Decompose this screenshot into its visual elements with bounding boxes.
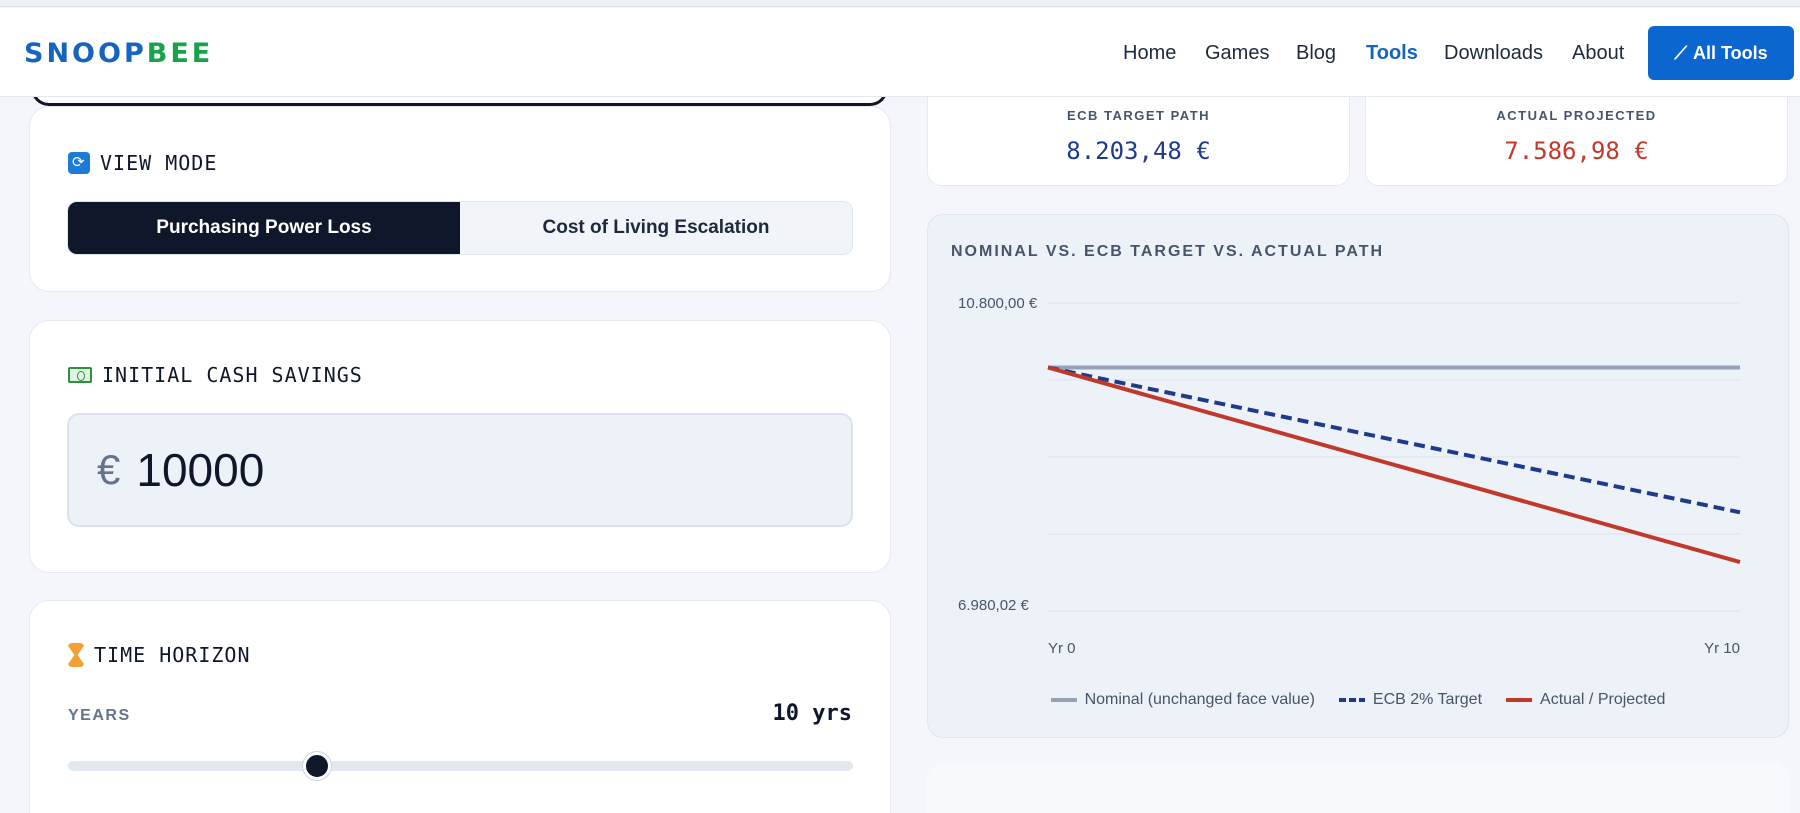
nav-games[interactable]: Games [1205,42,1269,65]
nav-about[interactable]: About [1572,42,1624,65]
nav-home[interactable]: Home [1123,42,1176,65]
view-mode-title: VIEW MODE [68,151,217,175]
next-card-edge [927,763,1789,813]
years-slider[interactable] [68,752,853,780]
actual-projected-value: 7.586,98 € [1504,137,1649,165]
years-slider-thumb[interactable] [302,752,331,780]
chart-card: NOMINAL VS. ECB TARGET VS. ACTUAL PATH 1… [927,214,1789,738]
hourglass-icon [68,643,84,667]
y-tick-label: 6.980,02 € [958,597,1030,614]
legend-ecb[interactable]: ECB 2% Target [1338,691,1482,709]
all-tools-button[interactable]: ⟋ All Tools [1648,26,1794,80]
currency-symbol: € [97,446,121,493]
view-mode-toggle: Purchasing Power Loss Cost of Living Esc… [67,201,853,255]
repeat-icon [68,152,90,174]
nav-blog[interactable]: Blog [1296,42,1336,65]
chart-legend: Nominal (unchanged face value) ECB 2% Ta… [928,691,1788,709]
series-ecb-line [1047,365,1741,515]
series-actual-line [1047,365,1741,564]
x-tick-label: Yr 10 [1704,640,1740,657]
legend-actual[interactable]: Actual / Projected [1506,691,1665,709]
years-label: YEARS [68,707,131,724]
wrench-icon: ⟋ [1674,42,1687,63]
cost-of-living-escalation-button[interactable]: Cost of Living Escalation [460,202,852,254]
cash-icon [68,367,92,383]
site-logo[interactable]: SNOOPBEE [24,38,213,69]
legend-nominal[interactable]: Nominal (unchanged face value) [1050,691,1315,709]
savings-title: INITIAL CASH SAVINGS [68,363,363,387]
savings-input[interactable]: € 10000 [67,413,853,527]
ecb-target-value: 8.203,48 € [1066,137,1211,165]
time-horizon-card: TIME HORIZON YEARS 10 yrs [29,600,891,813]
nav-tools[interactable]: Tools [1366,42,1418,65]
savings-value: 10000 [136,444,265,496]
savings-card: INITIAL CASH SAVINGS € 10000 [29,320,891,573]
site-header: SNOOPBEE Home Games Blog Tools Downloads… [0,8,1800,97]
line-chart: 10.800,00 € 6.980,02 € Yr 0 Yr 10 [958,295,1741,657]
view-mode-card: VIEW MODE Purchasing Power Loss Cost of … [29,106,891,292]
time-horizon-title: TIME HORIZON [68,643,251,667]
ecb-target-label: ECB TARGET PATH [1066,108,1211,123]
nav-downloads[interactable]: Downloads [1444,42,1543,65]
years-value: 10 yrs [772,701,852,726]
purchasing-power-loss-button[interactable]: Purchasing Power Loss [68,202,460,254]
y-tick-label: 10.800,00 € [958,295,1038,312]
x-tick-label: Yr 0 [1048,640,1076,657]
actual-projected-label: ACTUAL PROJECTED [1496,108,1657,123]
browser-top-edge [0,0,1800,7]
